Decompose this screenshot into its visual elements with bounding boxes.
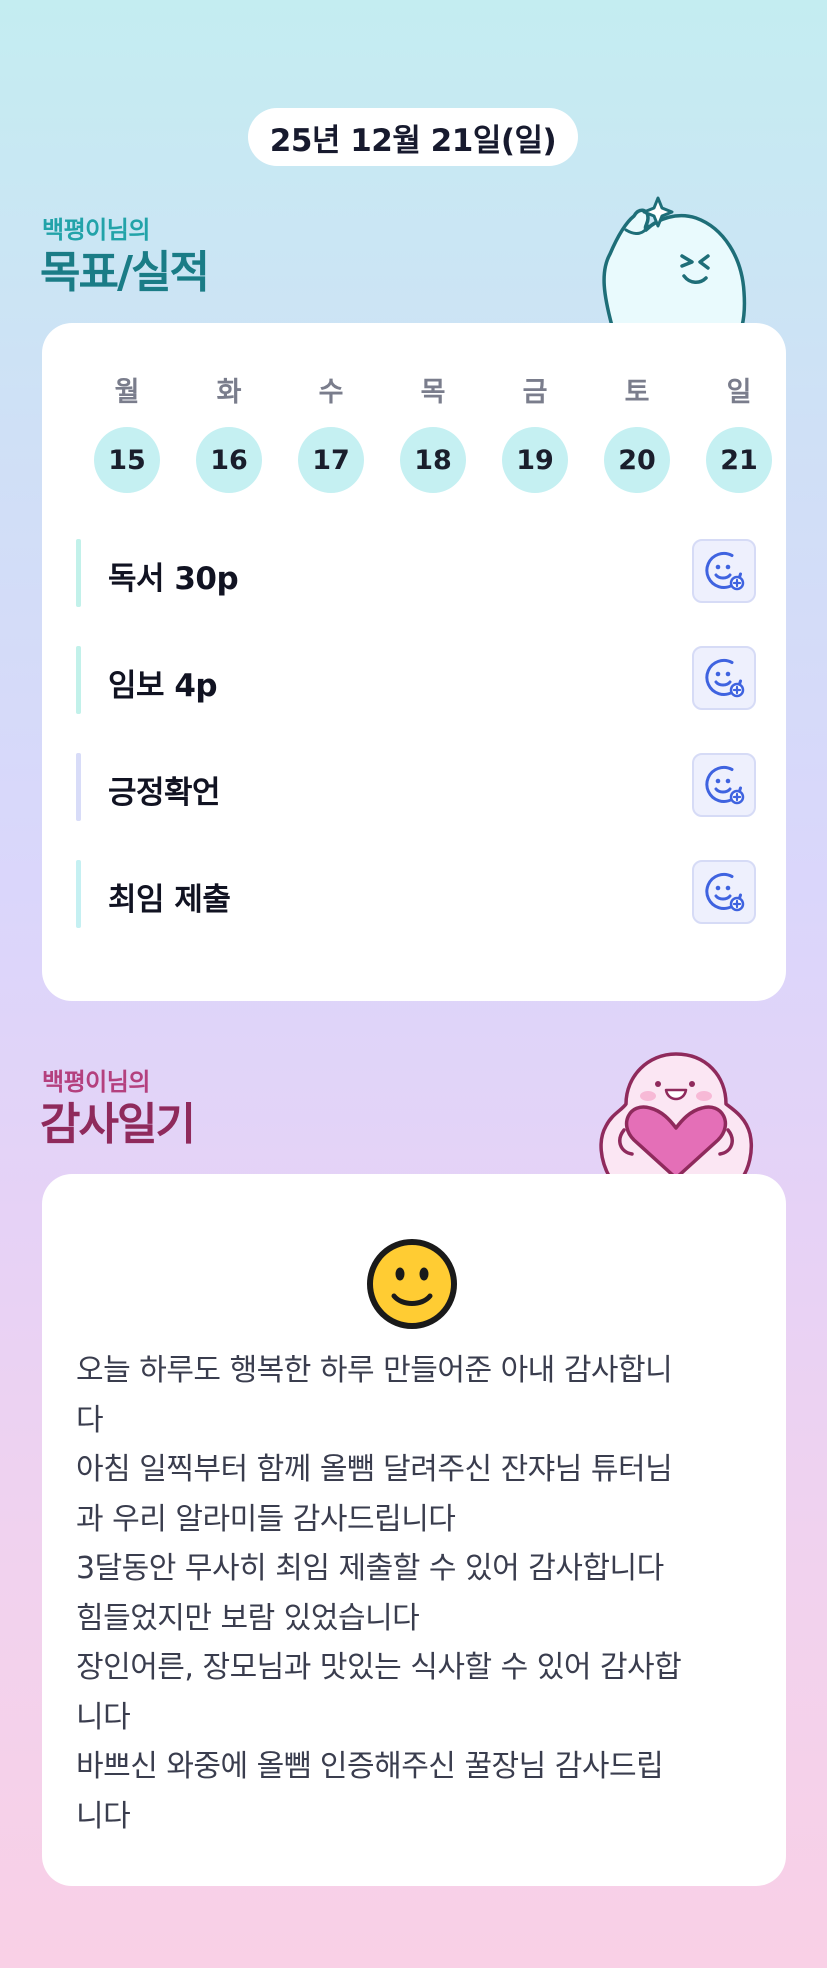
goal-list: 독서 30p 임보 4p 긍정확언 최임 제출: [76, 539, 756, 967]
add-reaction-button[interactable]: [692, 539, 756, 603]
day-number[interactable]: 17: [298, 427, 364, 493]
gratitude-line: 3달동안 무사히 최임 제출할 수 있어 감사합니다: [76, 1551, 664, 1586]
day-number[interactable]: 15: [94, 427, 160, 493]
day-column-thu[interactable]: 목 18: [382, 373, 484, 493]
gratitude-title: 감사일기: [40, 1099, 196, 1150]
gratitude-card: 오늘 하루도 행복한 하루 만들어준 아내 감사합니 다 아침 일찍부터 함께 …: [42, 1174, 786, 1886]
day-number[interactable]: 16: [196, 427, 262, 493]
day-name: 일: [726, 377, 752, 408]
day-name: 수: [318, 377, 344, 408]
goal-label: 최임 제출: [108, 882, 231, 918]
day-column-wed[interactable]: 수 17: [280, 373, 382, 493]
day-name: 토: [624, 377, 650, 408]
goal-accent-bar: [76, 539, 81, 607]
goal-title: 목표/실적: [40, 247, 210, 298]
goal-card: 월 15 화 16 수 17 목 18 금 19 토 20 일 21 독서 30…: [42, 323, 786, 1001]
goal-label: 독서 30p: [108, 561, 239, 597]
day-name: 화: [216, 377, 242, 408]
day-name: 목: [420, 377, 446, 408]
day-number[interactable]: 21: [706, 427, 772, 493]
day-column-fri[interactable]: 금 19: [484, 373, 586, 493]
day-number[interactable]: 18: [400, 427, 466, 493]
gratitude-line: 아침 일찍부터 함께 올뺌 달려주신 잔쟈님 튜터님: [76, 1452, 673, 1487]
goal-accent-bar: [76, 860, 81, 928]
gratitude-line: 다: [76, 1402, 104, 1438]
emoji-add-icon: [705, 659, 745, 698]
week-strip: 월 15 화 16 수 17 목 18 금 19 토 20 일 21: [76, 373, 790, 493]
gratitude-line: 장인어른, 장모님과 맛있는 식사할 수 있어 감사합: [76, 1650, 682, 1685]
emoji-add-icon: [705, 552, 745, 591]
day-column-mon[interactable]: 월 15: [76, 373, 178, 493]
goal-item: 긍정확언: [76, 753, 756, 821]
day-column-sat[interactable]: 토 20: [586, 373, 688, 493]
day-name: 금: [522, 377, 548, 408]
goal-item: 임보 4p: [76, 646, 756, 714]
day-column-tue[interactable]: 화 16: [178, 373, 280, 493]
goal-item: 독서 30p: [76, 539, 756, 607]
add-reaction-button[interactable]: [692, 860, 756, 924]
day-number[interactable]: 19: [502, 427, 568, 493]
goal-label: 긍정확언: [108, 775, 221, 811]
gratitude-line: 과 우리 알라미들 감사드립니다: [76, 1501, 456, 1537]
day-number[interactable]: 20: [604, 427, 670, 493]
goal-item: 최임 제출: [76, 860, 756, 928]
heart-hugging-mascot-icon: [599, 1052, 754, 1178]
add-reaction-button[interactable]: [692, 646, 756, 710]
date-label: 25년 12월 21일(일): [248, 108, 578, 166]
goal-accent-bar: [76, 753, 81, 821]
emoji-add-icon: [705, 873, 745, 912]
cheering-mascot-icon: [602, 196, 747, 326]
gratitude-text: 오늘 하루도 행복한 하루 만들어준 아내 감사합니 다 아침 일찍부터 함께 …: [76, 1346, 756, 1841]
day-column-sun[interactable]: 일 21: [688, 373, 790, 493]
goal-accent-bar: [76, 646, 81, 714]
add-reaction-button[interactable]: [692, 753, 756, 817]
emoji-add-icon: [705, 766, 745, 805]
gratitude-line: 니다: [76, 1699, 131, 1735]
gratitude-line: 니다: [76, 1798, 131, 1834]
smiley-face-icon: [367, 1239, 457, 1329]
goal-label: 임보 4p: [108, 668, 218, 704]
gratitude-line: 오늘 하루도 행복한 하루 만들어준 아내 감사합니: [76, 1353, 673, 1388]
gratitude-line: 바쁘신 와중에 올뺌 인증해주신 꿀장님 감사드립: [76, 1749, 664, 1784]
day-name: 월: [114, 377, 140, 408]
gratitude-line: 힘들었지만 보람 있었습니다: [76, 1600, 420, 1636]
